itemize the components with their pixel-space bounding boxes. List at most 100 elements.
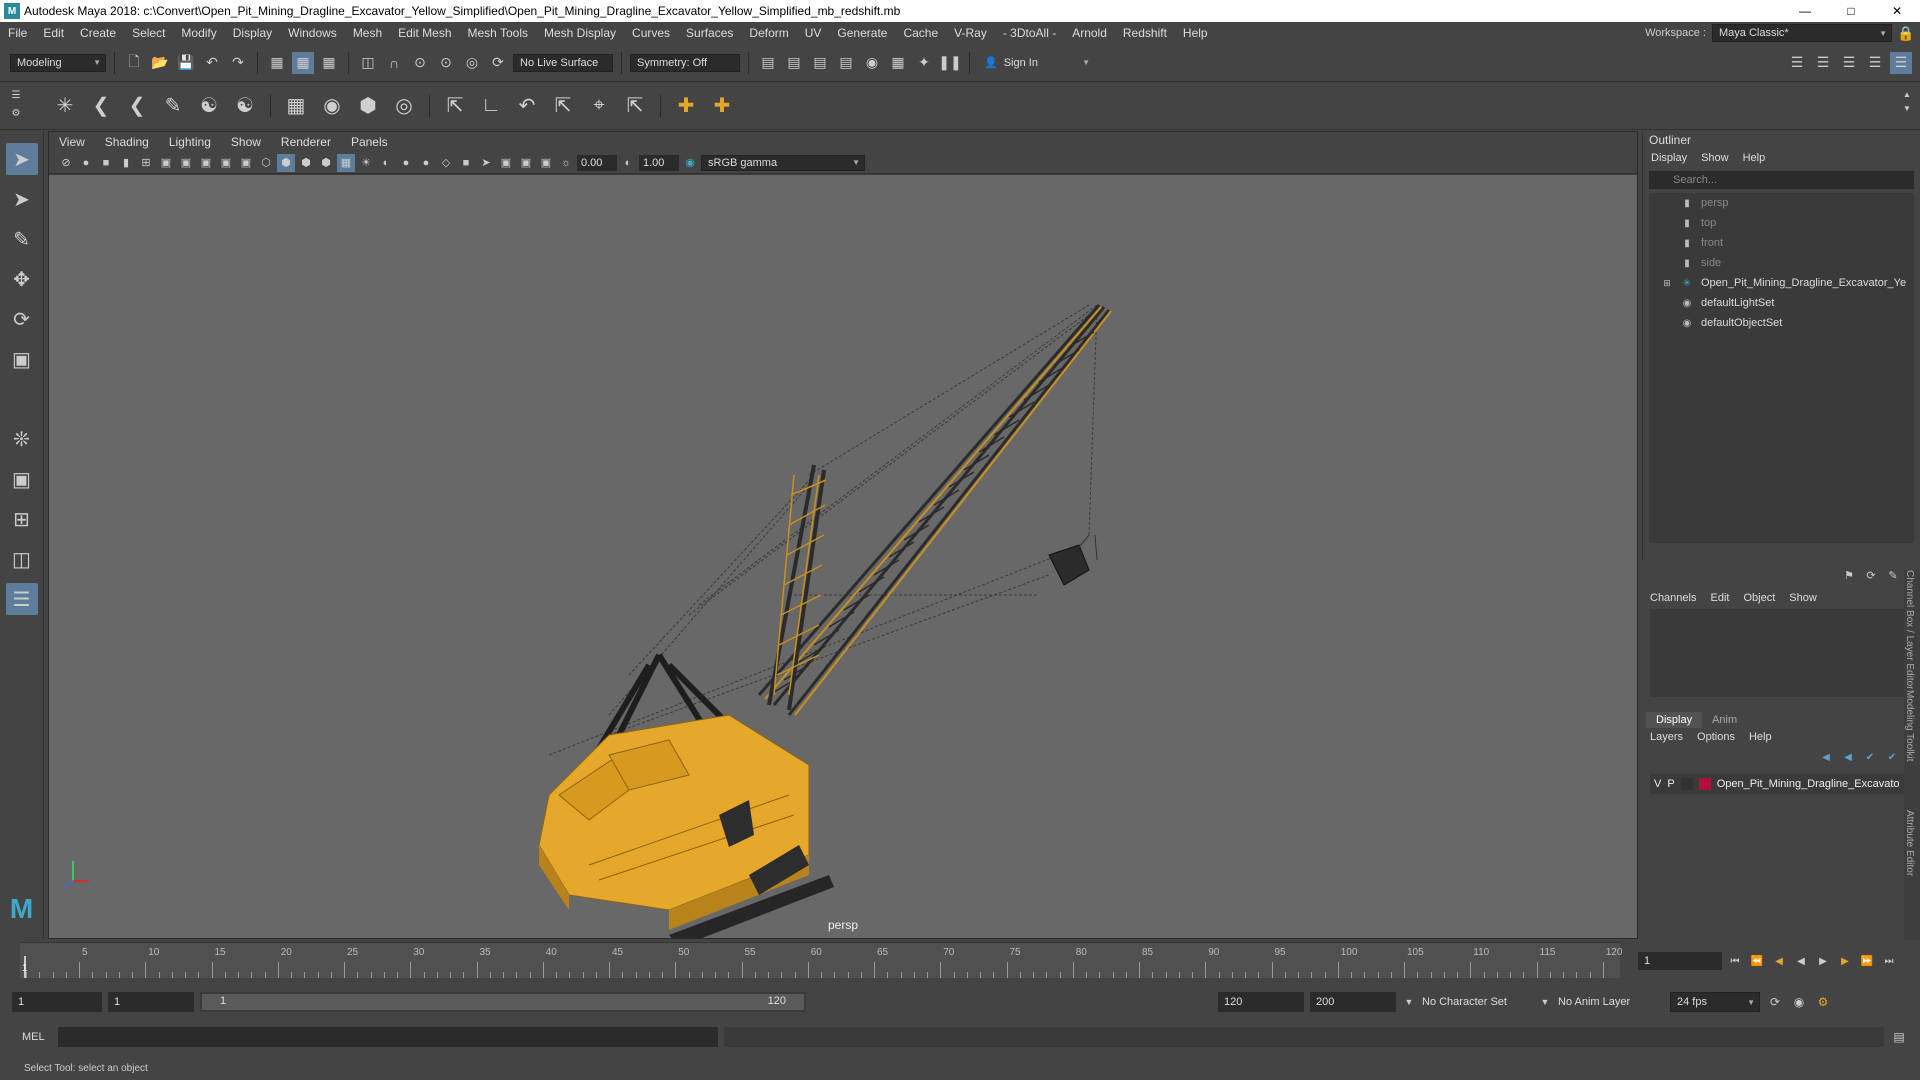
render-current-icon[interactable]: ▤ [809,52,831,74]
constraint-parent-icon[interactable]: ⇱ [440,91,470,121]
outliner-search-input[interactable]: Search... [1649,171,1914,189]
animation-end-field[interactable]: 200 [1310,992,1396,1012]
viewport-menu-lighting[interactable]: Lighting [159,135,221,149]
light-editor-icon[interactable]: ✦ [913,52,935,74]
outliner-item-side[interactable]: ▮ side [1649,253,1914,273]
film-gate-icon[interactable]: ▣ [157,154,175,172]
motion-blur-icon[interactable]: ● [417,154,435,172]
range-bar[interactable]: 1 120 [200,992,806,1012]
menu-mesh-display[interactable]: Mesh Display [536,26,624,40]
new-scene-icon[interactable]: 🗋 [123,52,145,74]
menu-deform[interactable]: Deform [741,26,796,40]
outliner-toggle-icon[interactable]: ☰ [1890,51,1912,74]
exposure-field[interactable]: 0.00 [577,154,617,171]
select-component-icon[interactable]: ▦ [318,52,340,74]
time-ruler[interactable]: 1 5 10 15 20 25 30 35 40 45 50 55 60 65 70 75 80 85 90 95 1… [20,942,1622,978]
menu-vray[interactable]: V-Ray [946,26,995,40]
step-forward-frame-icon[interactable]: ▶ [1836,950,1854,972]
outliner-item-default-object-set[interactable]: ◉ defaultObjectSet [1649,313,1914,333]
select-hierarchy-icon[interactable]: ▦ [266,52,288,74]
select-tool-icon[interactable]: ➤ [5,143,38,175]
viewport-menu-renderer[interactable]: Renderer [271,135,341,149]
pause-icon[interactable]: ❚❚ [938,52,961,74]
lasso-tool-icon[interactable]: ➤ [6,183,38,215]
menu-edit[interactable]: Edit [35,26,72,40]
channel-box-edit-icon[interactable]: ✎ [1886,568,1900,582]
menu-help[interactable]: Help [1175,26,1216,40]
field-chart-icon[interactable]: ▣ [217,154,235,172]
paint-select-icon[interactable]: ✎ [6,223,38,255]
constraint-point-icon[interactable]: ∟ [476,91,506,121]
textured-icon[interactable]: ⬢ [317,154,335,172]
menu-3dtoall[interactable]: - 3DtoAll - [995,26,1064,40]
loop-icon[interactable]: ⟳ [1766,991,1784,1013]
xray-active-icon[interactable]: ▣ [517,154,535,172]
layer-row[interactable]: V P Open_Pit_Mining_Dragline_Excavato [1650,774,1912,794]
preferences-icon[interactable]: ⚙ [1814,991,1832,1013]
wireframe-on-shaded-icon[interactable]: ⬢ [297,154,315,172]
gate-mask-icon[interactable]: ▣ [197,154,215,172]
outliner-menu-display[interactable]: Display [1651,152,1687,164]
two-view-icon[interactable]: ◫ [6,543,38,575]
tab-anim[interactable]: Anim [1702,712,1747,728]
step-forward-key-icon[interactable]: ⏩ [1858,950,1876,972]
range-handle[interactable] [202,994,804,1010]
menu-modify[interactable]: Modify [173,26,224,40]
channel-box-menu-channels[interactable]: Channels [1650,592,1696,604]
current-frame-field[interactable]: 1 [1638,952,1722,970]
move-layer-down-icon[interactable]: ◀ [1840,749,1856,765]
render-setup-icon[interactable]: ▦ [887,52,909,74]
depth-of-field-icon[interactable]: ■ [457,154,475,172]
smooth-shade-icon[interactable]: ⬢ [277,153,295,172]
menu-curves[interactable]: Curves [624,26,678,40]
channel-box-menu-edit[interactable]: Edit [1710,592,1729,604]
menu-file[interactable]: File [0,26,35,40]
attribute-editor-side-tab[interactable]: Attribute Editor [1904,810,1915,930]
menu-set-dropdown[interactable]: Modeling ▼ [10,53,106,72]
channel-box-side-tab[interactable]: Channel Box / Layer Editor [1904,570,1915,690]
use-all-lights-icon[interactable]: ☀ [357,154,375,172]
scale-tool-icon[interactable]: ▣ [6,343,38,375]
shadows-icon[interactable]: ◐ [377,154,395,172]
new-layer-selected-icon[interactable]: ✔ [1884,749,1900,765]
go-to-start-icon[interactable]: ⏮ [1726,950,1744,972]
menu-mesh-tools[interactable]: Mesh Tools [460,26,536,40]
save-scene-icon[interactable]: 💾 [175,52,197,74]
chevron-down-icon[interactable]: ▼ [1538,991,1552,1013]
step-back-frame-icon[interactable]: ◀ [1770,950,1788,972]
view-transform-dropdown[interactable]: sRGB gamma ▼ [701,154,865,171]
playback-start-field[interactable]: 1 [108,992,194,1012]
viewport-menu-shading[interactable]: Shading [95,135,159,149]
safe-action-icon[interactable]: ▣ [237,154,255,172]
color-management-icon[interactable]: ◉ [681,154,699,172]
snap-curve-icon[interactable]: ∩ [383,52,405,74]
fps-dropdown[interactable]: 24 fps ▼ [1670,992,1760,1012]
animation-start-field[interactable]: 1 [12,992,102,1012]
menu-cache[interactable]: Cache [895,26,946,40]
outliner-item-default-light-set[interactable]: ◉ defaultLightSet [1649,293,1914,313]
menu-surfaces[interactable]: Surfaces [678,26,741,40]
snap-grid-icon[interactable]: ◫ [357,52,379,74]
single-view-icon[interactable]: ▣ [6,463,38,495]
move-tool-icon[interactable]: ✥ [6,263,38,295]
redo-icon[interactable]: ↷ [227,52,249,74]
play-forward-icon[interactable]: ▶ [1814,950,1832,972]
select-object-icon[interactable]: ▦ [292,51,314,74]
character-set-label[interactable]: No Character Set [1422,996,1532,1008]
channel-box-pin-icon[interactable]: ⚑ [1842,568,1856,582]
anim-layer-label[interactable]: No Anim Layer [1558,996,1664,1008]
modeling-toolkit-icon[interactable]: ☰ [1786,52,1808,74]
layer-type-toggle[interactable] [1680,778,1693,790]
attribute-editor-icon[interactable]: ☰ [1812,52,1834,74]
outliner-layout-icon[interactable]: ☰ [5,583,38,615]
outliner-item-top[interactable]: ▮ top [1649,213,1914,233]
lock-icon[interactable]: 🔒 [1897,22,1914,44]
maximize-button[interactable]: □ [1828,0,1874,22]
camera-attr-icon[interactable]: ● [77,154,95,172]
play-backward-icon[interactable]: ◀ [1792,950,1810,972]
polygon-modeling-star-icon[interactable]: ✳ [50,91,80,121]
ambient-occlusion-icon[interactable]: ● [397,154,415,172]
cluster-icon[interactable]: ◎ [389,91,419,121]
bind-skin-icon[interactable]: ▦ [281,91,311,121]
gamma-icon[interactable]: ◐ [619,154,637,172]
